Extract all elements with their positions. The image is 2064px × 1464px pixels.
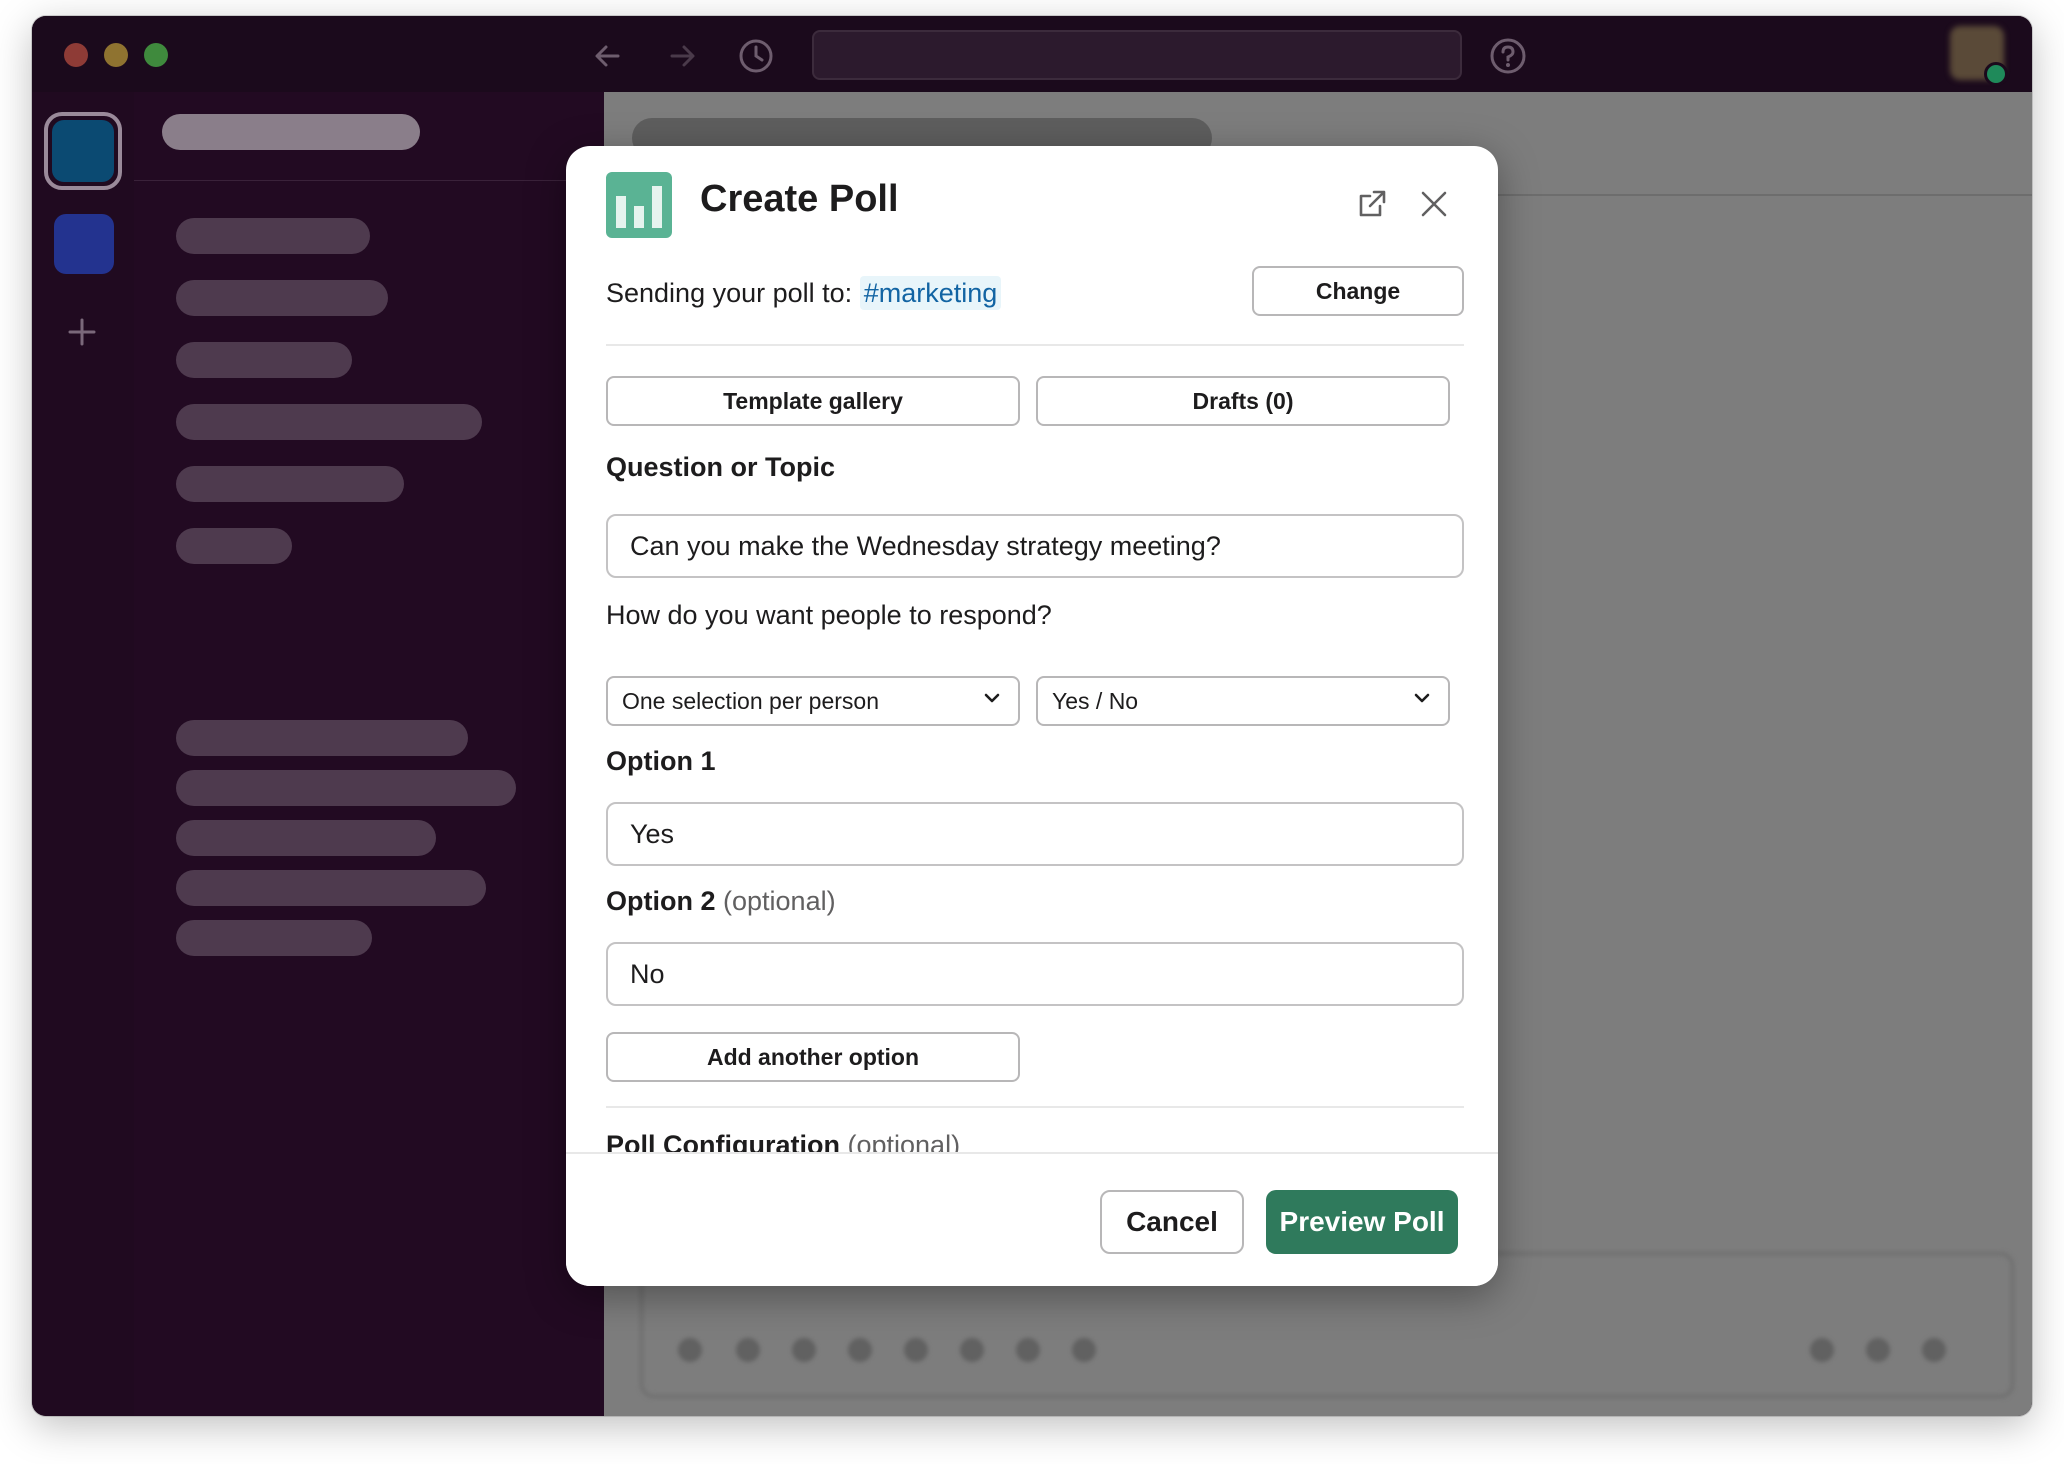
presence-indicator bbox=[1984, 62, 2008, 86]
sidebar-item[interactable] bbox=[176, 528, 292, 564]
divider bbox=[606, 1106, 1464, 1108]
option2-label-row: Option 2 (optional) bbox=[606, 886, 836, 917]
chevron-down-icon bbox=[980, 686, 1004, 716]
window-minimize-button[interactable] bbox=[104, 43, 128, 67]
arrow-left-icon[interactable] bbox=[588, 36, 628, 76]
window-zoom-button[interactable] bbox=[144, 43, 168, 67]
plus-icon[interactable] bbox=[62, 312, 102, 352]
composer-tool-icon[interactable] bbox=[1810, 1338, 1834, 1362]
workspace-rail bbox=[32, 92, 135, 1416]
sidebar-divider bbox=[134, 180, 604, 181]
sending-to-text: Sending your poll to: #marketing bbox=[606, 276, 1002, 310]
modal-header: Create Poll bbox=[606, 172, 1458, 238]
poll-configuration-label: Poll Configuration bbox=[606, 1130, 840, 1152]
clock-icon[interactable] bbox=[736, 36, 776, 76]
modal-footer: Cancel Preview Poll bbox=[566, 1152, 1498, 1286]
search-bar[interactable] bbox=[812, 30, 1462, 80]
external-link-icon[interactable] bbox=[1350, 182, 1394, 226]
chevron-down-icon bbox=[1410, 686, 1434, 716]
channel-mention[interactable]: #marketing bbox=[859, 276, 1002, 310]
response-type-value: Yes / No bbox=[1052, 687, 1139, 714]
composer-tool-icon[interactable] bbox=[904, 1338, 928, 1362]
composer-tool-icon[interactable] bbox=[1072, 1338, 1096, 1362]
poll-app-icon bbox=[606, 172, 672, 238]
option2-input[interactable]: No bbox=[606, 942, 1464, 1006]
composer-tool-icon[interactable] bbox=[678, 1338, 702, 1362]
template-gallery-button[interactable]: Template gallery bbox=[606, 376, 1020, 426]
sidebar-item[interactable] bbox=[176, 820, 436, 856]
sidebar-item[interactable] bbox=[176, 280, 388, 316]
arrow-right-icon[interactable] bbox=[662, 36, 702, 76]
divider bbox=[606, 344, 1464, 346]
respond-label: How do you want people to respond? bbox=[606, 600, 1052, 630]
sidebar-item[interactable] bbox=[176, 770, 516, 806]
workspace-active[interactable] bbox=[44, 112, 122, 190]
composer-tool-icon[interactable] bbox=[1922, 1338, 1946, 1362]
sidebar-item[interactable] bbox=[176, 870, 486, 906]
response-type-select[interactable]: Yes / No bbox=[1036, 676, 1450, 726]
change-button[interactable]: Change bbox=[1252, 266, 1464, 316]
selection-mode-value: One selection per person bbox=[622, 687, 879, 714]
modal-body: Sending your poll to: #marketing Change … bbox=[606, 266, 1464, 1152]
help-icon[interactable] bbox=[1488, 36, 1528, 76]
option1-input[interactable]: Yes bbox=[606, 802, 1464, 866]
composer-tool-icon[interactable] bbox=[848, 1338, 872, 1362]
drafts-button[interactable]: Drafts (0) bbox=[1036, 376, 1450, 426]
sidebar-item[interactable] bbox=[176, 720, 468, 756]
composer-tool-icon[interactable] bbox=[1866, 1338, 1890, 1362]
question-input[interactable]: Can you make the Wednesday strategy meet… bbox=[606, 514, 1464, 578]
sending-prefix: Sending your poll to: bbox=[606, 278, 853, 308]
close-icon[interactable] bbox=[1412, 182, 1456, 226]
workspace-item[interactable] bbox=[54, 214, 114, 274]
add-option-button[interactable]: Add another option bbox=[606, 1032, 1020, 1082]
composer-tool-icon[interactable] bbox=[1016, 1338, 1040, 1362]
composer-tool-icon[interactable] bbox=[960, 1338, 984, 1362]
composer-tool-icon[interactable] bbox=[792, 1338, 816, 1362]
channel-sidebar bbox=[134, 92, 604, 1416]
poll-configuration-hint: (optional) bbox=[847, 1130, 961, 1152]
option2-label: Option 2 bbox=[606, 886, 716, 916]
option1-label: Option 1 bbox=[606, 746, 716, 776]
cancel-button[interactable]: Cancel bbox=[1100, 1190, 1244, 1254]
sidebar-item[interactable] bbox=[176, 920, 372, 956]
selection-mode-select[interactable]: One selection per person bbox=[606, 676, 1020, 726]
workspace-name-placeholder bbox=[162, 114, 420, 150]
preview-poll-button[interactable]: Preview Poll bbox=[1266, 1190, 1458, 1254]
window-close-button[interactable] bbox=[64, 43, 88, 67]
title-bar bbox=[32, 16, 2032, 92]
create-poll-modal: Create Poll Sending your poll to: #marke… bbox=[566, 146, 1498, 1286]
composer-tool-icon[interactable] bbox=[736, 1338, 760, 1362]
sidebar-item[interactable] bbox=[176, 342, 352, 378]
question-label: Question or Topic bbox=[606, 452, 835, 482]
modal-title: Create Poll bbox=[700, 178, 899, 220]
sidebar-item[interactable] bbox=[176, 466, 404, 502]
sidebar-item[interactable] bbox=[176, 218, 370, 254]
poll-configuration-label-row: Poll Configuration (optional) bbox=[606, 1130, 960, 1152]
sidebar-item[interactable] bbox=[176, 404, 482, 440]
option2-optional-hint: (optional) bbox=[723, 886, 836, 916]
